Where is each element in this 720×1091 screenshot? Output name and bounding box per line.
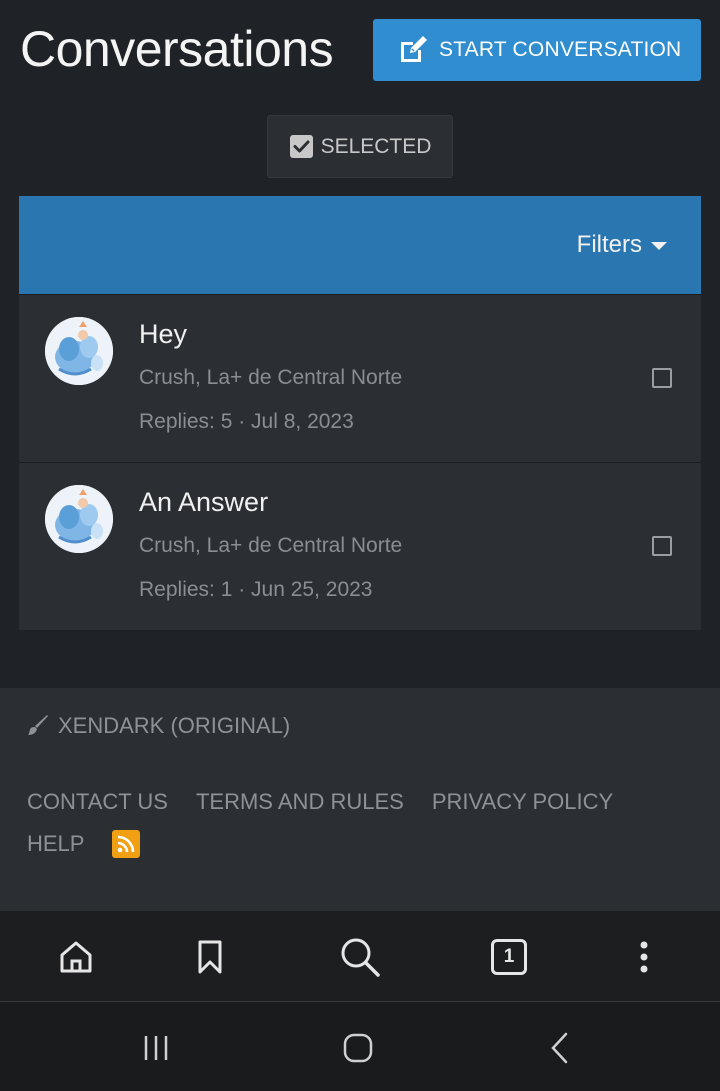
tab-count: 1	[491, 939, 527, 975]
start-conversation-button[interactable]: START CONVERSATION	[373, 19, 701, 81]
filters-label: Filters	[576, 231, 642, 258]
selected-label: SELECTED	[320, 134, 432, 158]
help-link[interactable]: HELP	[27, 831, 84, 857]
edit-icon	[397, 34, 429, 66]
site-footer: XENDARK (ORIGINAL) CONTACT US TERMS AND …	[0, 688, 720, 911]
back-icon[interactable]	[538, 1026, 582, 1070]
avatar[interactable]	[45, 317, 113, 385]
select-toggle-button[interactable]: SELECTED	[267, 115, 453, 178]
conversation-list: Filters Hey Crush, La+ de Central Norte …	[19, 196, 701, 630]
avatar[interactable]	[45, 485, 113, 553]
style-chooser-link[interactable]: XENDARK (ORIGINAL)	[26, 713, 290, 739]
conversation-participants: Crush, La+ de Central Norte	[139, 534, 403, 557]
search-icon[interactable]	[336, 933, 384, 981]
page-header: Conversations START CONVERSATION	[0, 0, 720, 100]
row-select-checkbox[interactable]	[652, 536, 672, 556]
conversation-meta: Replies: 1 · Jun 25, 2023	[139, 578, 373, 601]
row-select-checkbox[interactable]	[652, 368, 672, 388]
conversation-row[interactable]: An Answer Crush, La+ de Central Norte Re…	[19, 462, 701, 630]
filter-bar: Filters	[19, 196, 701, 294]
privacy-policy-link[interactable]: PRIVACY POLICY	[432, 789, 613, 815]
conversation-meta: Replies: 5 · Jul 8, 2023	[139, 410, 354, 433]
contact-us-link[interactable]: CONTACT US	[27, 789, 168, 815]
filters-dropdown[interactable]: Filters	[577, 231, 667, 259]
paintbrush-icon	[26, 714, 50, 738]
tabs-button[interactable]: 1	[485, 933, 533, 981]
footer-links: CONTACT US TERMS AND RULES PRIVACY POLIC…	[27, 781, 707, 865]
system-navigation-bar	[0, 1002, 720, 1091]
home-button-icon[interactable]	[336, 1026, 380, 1070]
terms-and-rules-link[interactable]: TERMS AND RULES	[196, 789, 404, 815]
checkbox-checked-icon	[289, 134, 314, 159]
more-menu-icon[interactable]	[620, 933, 668, 981]
caret-down-icon	[651, 242, 667, 250]
conversation-participants: Crush, La+ de Central Norte	[139, 366, 403, 389]
conversation-title[interactable]: Hey	[139, 319, 187, 350]
bookmark-icon[interactable]	[186, 933, 234, 981]
home-icon[interactable]	[52, 933, 100, 981]
start-conversation-label: START CONVERSATION	[439, 38, 682, 61]
page-title: Conversations	[20, 21, 334, 77]
style-chooser-label: XENDARK (ORIGINAL)	[58, 713, 291, 738]
recent-apps-icon[interactable]	[134, 1026, 178, 1070]
browser-toolbar: 1	[0, 911, 720, 1002]
conversation-title[interactable]: An Answer	[139, 487, 268, 518]
rss-icon[interactable]	[112, 830, 141, 858]
conversation-row[interactable]: Hey Crush, La+ de Central Norte Replies:…	[19, 294, 701, 462]
